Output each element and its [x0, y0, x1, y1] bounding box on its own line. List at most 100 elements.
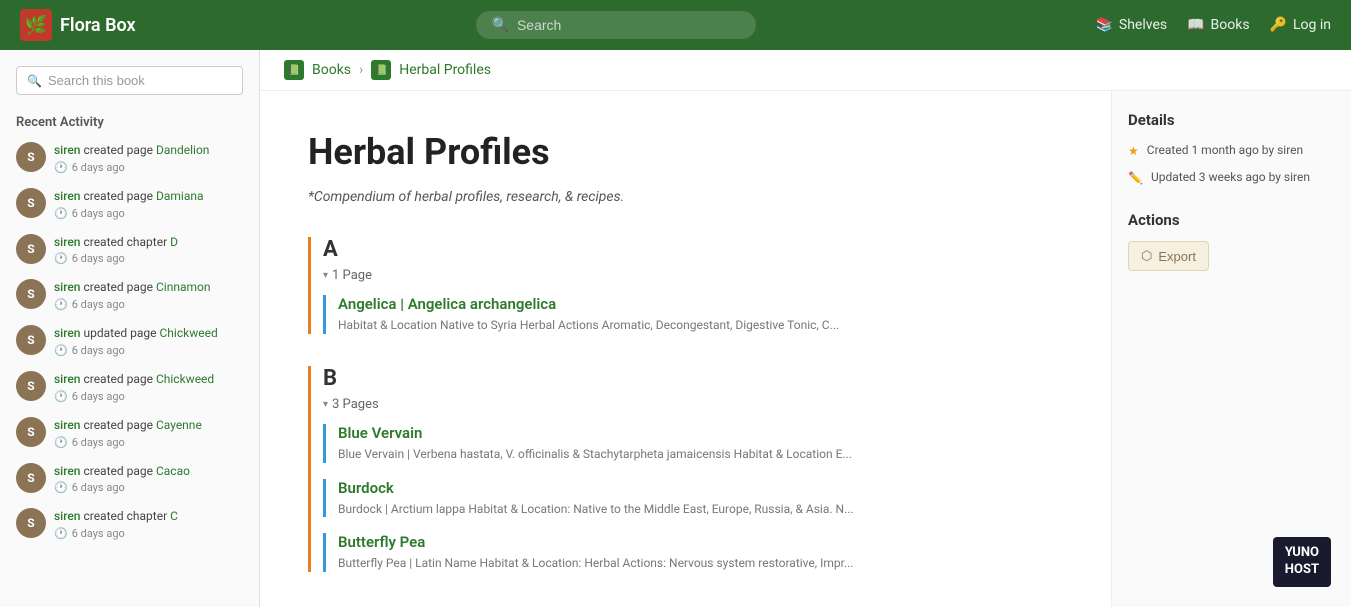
chapter-a-border: A ▾ 1 Page Angelica | Angelica archangel…: [308, 237, 1063, 334]
nav-login[interactable]: 🔑 Log in: [1270, 17, 1331, 33]
books-icon: 📖: [1187, 17, 1204, 33]
page-link[interactable]: Dandelion: [156, 143, 209, 157]
page-subtitle: *Compendium of herbal profiles, research…: [308, 189, 1063, 205]
shelves-icon: 📚: [1095, 17, 1112, 33]
chapter-letter-a: A: [323, 237, 1063, 262]
export-icon: ⬡: [1141, 248, 1152, 264]
breadcrumb-herbal-link[interactable]: Herbal Profiles: [399, 62, 491, 78]
activity-text: siren created page Dandelion: [54, 142, 209, 159]
yuno-line2: HOST: [1285, 562, 1319, 579]
chapter-b: B ▾ 3 Pages Blue Vervain Blue Vervain | …: [308, 366, 1063, 572]
page-link[interactable]: D: [170, 235, 178, 249]
user-link[interactable]: siren: [54, 326, 80, 340]
avatar: S: [16, 508, 46, 538]
list-item: S siren created page Cayenne 🕐 6 days ag…: [16, 417, 243, 449]
book-item-title[interactable]: Angelica | Angelica archangelica: [338, 295, 1063, 313]
user-link[interactable]: siren: [54, 418, 80, 432]
avatar: S: [16, 234, 46, 264]
search-book-input[interactable]: [48, 73, 232, 88]
chapter-triangle-icon: ▾: [323, 399, 328, 410]
chapter-letter-b: B: [323, 366, 1063, 391]
search-book-field[interactable]: 🔍: [16, 66, 243, 95]
avatar: S: [16, 188, 46, 218]
logo-icon: 🌿: [20, 9, 52, 41]
global-search[interactable]: 🔍: [476, 11, 756, 39]
user-link[interactable]: siren: [54, 280, 80, 294]
chapter-count-a: ▾ 1 Page: [323, 268, 1063, 283]
page-link[interactable]: Chickweed: [160, 326, 218, 340]
chapter-a: A ▾ 1 Page Angelica | Angelica archangel…: [308, 237, 1063, 334]
activity-time: 🕐 6 days ago: [54, 436, 202, 449]
page-link[interactable]: C: [170, 509, 178, 523]
list-item: S siren created page Damiana 🕐 6 days ag…: [16, 188, 243, 220]
login-icon: 🔑: [1270, 17, 1287, 33]
user-link[interactable]: siren: [54, 372, 80, 386]
sidebar: 🔍 Recent Activity S siren created page D…: [0, 50, 260, 607]
avatar: S: [16, 325, 46, 355]
book-item-title[interactable]: Blue Vervain: [338, 424, 1063, 442]
activity-text: siren created chapter C: [54, 508, 178, 525]
export-button[interactable]: ⬡ Export: [1128, 241, 1209, 271]
nav-shelves[interactable]: 📚 Shelves: [1095, 17, 1167, 33]
herbal-breadcrumb-icon: 📗: [371, 60, 391, 80]
clock-icon: 🕐: [54, 481, 68, 494]
clock-icon: 🕐: [54, 207, 68, 220]
recent-activity-title: Recent Activity: [16, 115, 243, 130]
content-area: Herbal Profiles *Compendium of herbal pr…: [260, 91, 1351, 607]
user-link[interactable]: siren: [54, 464, 80, 478]
header: 🌿 Flora Box 🔍 📚 Shelves 📖 Books 🔑 Log in: [0, 0, 1351, 50]
right-panel: Details ★ Created 1 month ago by siren ✏…: [1111, 91, 1351, 607]
activity-text: siren created chapter D: [54, 234, 178, 251]
list-item: S siren created page Cacao 🕐 6 days ago: [16, 463, 243, 495]
logo[interactable]: 🌿 Flora Box: [20, 9, 136, 41]
list-item: S siren created chapter C 🕐 6 days ago: [16, 508, 243, 540]
list-item: Butterfly Pea Butterfly Pea | Latin Name…: [323, 533, 1063, 572]
yuno-host-badge: YUNO HOST: [1273, 537, 1331, 587]
list-item: S siren created page Cinnamon 🕐 6 days a…: [16, 279, 243, 311]
clock-icon: 🕐: [54, 390, 68, 403]
page-link[interactable]: Cacao: [156, 464, 190, 478]
activity-text: siren created page Cinnamon: [54, 279, 210, 296]
book-item-desc: Butterfly Pea | Latin Name Habitat & Loc…: [338, 555, 938, 572]
main-content: 📗 Books › 📗 Herbal Profiles Herbal Profi…: [260, 50, 1351, 607]
global-search-input[interactable]: [517, 17, 740, 33]
page-link[interactable]: Cayenne: [156, 418, 202, 432]
clock-icon: 🕐: [54, 161, 68, 174]
nav-books[interactable]: 📖 Books: [1187, 17, 1249, 33]
user-link[interactable]: siren: [54, 235, 80, 249]
activity-text: siren created page Cayenne: [54, 417, 202, 434]
page-link[interactable]: Damiana: [156, 189, 204, 203]
clock-icon: 🕐: [54, 436, 68, 449]
list-item: Angelica | Angelica archangelica Habitat…: [323, 295, 1063, 334]
page-link[interactable]: Cinnamon: [156, 280, 211, 294]
yuno-line1: YUNO: [1285, 545, 1319, 562]
avatar: S: [16, 279, 46, 309]
logo-text: Flora Box: [60, 15, 136, 36]
list-item: S siren created page Dandelion 🕐 6 days …: [16, 142, 243, 174]
search-book-container: 🔍: [16, 66, 243, 95]
chapter-triangle-icon: ▾: [323, 270, 328, 281]
user-link[interactable]: siren: [54, 189, 80, 203]
avatar: S: [16, 463, 46, 493]
activity-time: 🕐 6 days ago: [54, 390, 214, 403]
activity-list: S siren created page Dandelion 🕐 6 days …: [16, 142, 243, 540]
clock-icon: 🕐: [54, 252, 68, 265]
user-link[interactable]: siren: [54, 509, 80, 523]
main-layout: 🔍 Recent Activity S siren created page D…: [0, 50, 1351, 607]
chapter-b-items: Blue Vervain Blue Vervain | Verbena hast…: [323, 424, 1063, 572]
clock-icon: 🕐: [54, 298, 68, 311]
breadcrumb-books-link[interactable]: Books: [312, 62, 351, 78]
chapter-count-b: ▾ 3 Pages: [323, 397, 1063, 412]
updated-detail: ✏️ Updated 3 weeks ago by siren: [1128, 168, 1335, 187]
user-link[interactable]: siren: [54, 143, 80, 157]
book-item-title[interactable]: Burdock: [338, 479, 1063, 497]
book-item-title[interactable]: Butterfly Pea: [338, 533, 1063, 551]
export-label: Export: [1158, 249, 1196, 264]
activity-time: 🕐 6 days ago: [54, 527, 178, 540]
list-item: Blue Vervain Blue Vervain | Verbena hast…: [323, 424, 1063, 463]
page-content: Herbal Profiles *Compendium of herbal pr…: [260, 91, 1111, 607]
activity-text: siren updated page Chickweed: [54, 325, 218, 342]
page-link[interactable]: Chickweed: [156, 372, 214, 386]
book-item-desc: Habitat & Location Native to Syria Herba…: [338, 317, 938, 334]
nav-links: 📚 Shelves 📖 Books 🔑 Log in: [1095, 17, 1331, 33]
